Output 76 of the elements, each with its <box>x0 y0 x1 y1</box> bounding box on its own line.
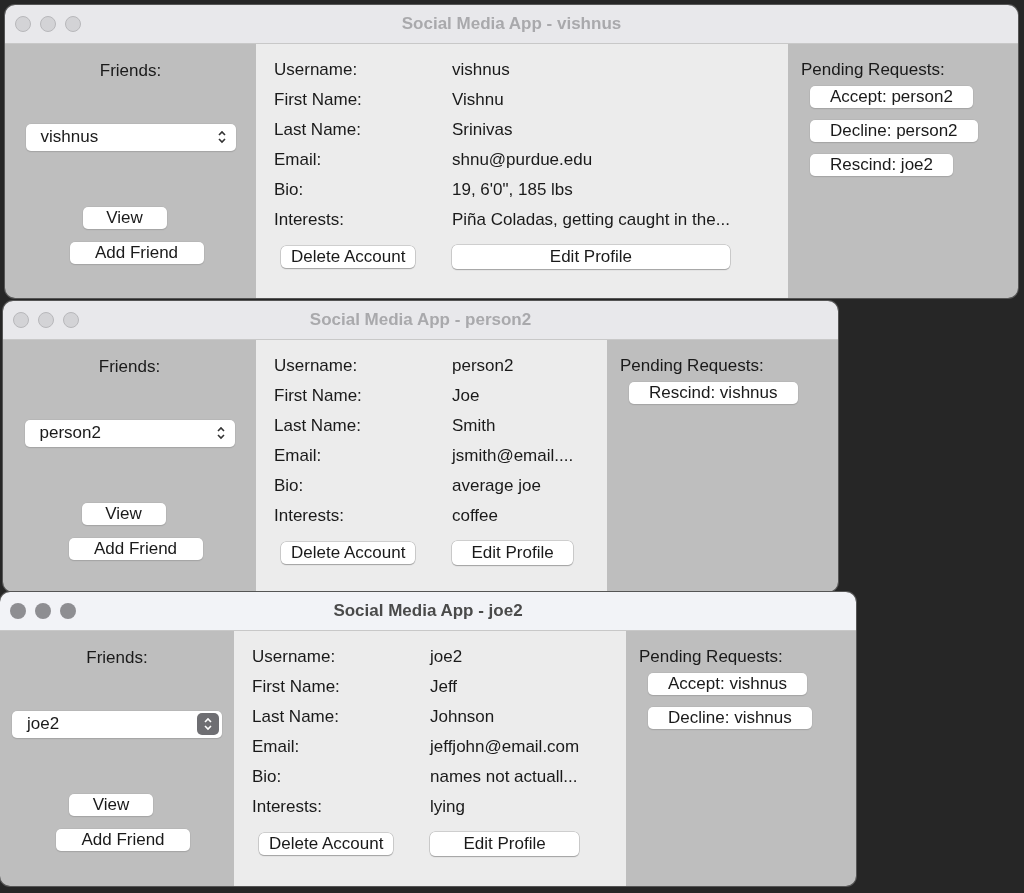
field-label: Bio: <box>252 766 283 788</box>
field-value: Srinivas <box>452 119 514 141</box>
window-title: Social Media App - vishnus <box>401 13 622 36</box>
field-label: First Name: <box>252 676 341 698</box>
request-button[interactable]: Decline: vishnus <box>648 706 812 729</box>
request-button[interactable]: Rescind: joe2 <box>810 153 953 176</box>
window-title: Social Media App - person2 <box>309 309 532 332</box>
view-button[interactable]: View <box>69 793 153 816</box>
friends-label: Friends: <box>98 356 161 378</box>
field-value: person2 <box>452 355 515 377</box>
add-friend-button[interactable]: Add Friend <box>68 537 203 560</box>
field-label: Bio: <box>274 475 305 497</box>
field-label: Interests: <box>252 796 323 818</box>
field-label: Interests: <box>274 209 345 231</box>
field-value: vishnus <box>452 59 511 81</box>
add-friend-button[interactable]: Add Friend <box>69 241 204 264</box>
friend-dropdown[interactable]: joe2 <box>12 710 222 738</box>
window-title: Social Media App - joe2 <box>333 600 523 623</box>
view-button[interactable]: View <box>81 502 166 525</box>
pending-requests-label: Pending Requests: <box>639 646 783 668</box>
window-control-icon[interactable] <box>65 16 81 32</box>
window-control-icon[interactable] <box>35 603 51 619</box>
field-label: Email: <box>274 445 323 467</box>
field-value: 19, 6'0", 185 lbs <box>452 179 574 201</box>
field-value: coffee <box>452 505 499 527</box>
field-label: Username: <box>274 355 359 377</box>
edit-profile-button[interactable]: Edit Profile <box>452 245 730 269</box>
pending-requests-label: Pending Requests: <box>801 59 945 81</box>
edit-profile-button[interactable]: Edit Profile <box>430 832 580 856</box>
delete-account-button[interactable]: Delete Account <box>281 246 416 268</box>
field-value: Jeff <box>430 676 459 698</box>
friend-dropdown[interactable]: person2 <box>24 419 235 447</box>
field-value: jeffjohn@email.com <box>430 736 580 758</box>
field-value: Piña Coladas, getting caught in the... <box>452 209 730 231</box>
window-control-icon[interactable] <box>15 16 31 32</box>
field-label: Last Name: <box>274 119 362 141</box>
view-button[interactable]: View <box>82 206 167 229</box>
friends-label: Friends: <box>86 647 148 669</box>
window-control-icon[interactable] <box>60 603 76 619</box>
add-friend-button[interactable]: Add Friend <box>56 828 190 851</box>
field-label: Username: <box>252 646 337 668</box>
field-value: names not actuall... <box>430 766 579 788</box>
field-value: average joe <box>452 475 542 497</box>
field-label: Last Name: <box>274 415 362 437</box>
field-label: Username: <box>274 59 359 81</box>
field-value: joe2 <box>430 646 464 668</box>
field-value: Joe <box>452 385 481 407</box>
window-control-icon[interactable] <box>63 312 79 328</box>
window-control-icon[interactable] <box>13 312 29 328</box>
delete-account-button[interactable]: Delete Account <box>259 833 394 855</box>
window-control-icon[interactable] <box>10 603 26 619</box>
request-button[interactable]: Accept: vishnus <box>648 672 808 695</box>
field-value: lying <box>430 796 466 818</box>
field-value: Vishnu <box>452 89 505 111</box>
field-label: First Name: <box>274 89 363 111</box>
field-label: Bio: <box>274 179 305 201</box>
field-value: Johnson <box>430 706 496 728</box>
field-label: Interests: <box>274 505 345 527</box>
field-value: jsmith@email.... <box>452 445 574 467</box>
field-label: First Name: <box>274 385 363 407</box>
field-value: shnu@purdue.edu <box>452 149 594 171</box>
field-label: Last Name: <box>252 706 340 728</box>
window-control-icon[interactable] <box>38 312 54 328</box>
edit-profile-button[interactable]: Edit Profile <box>452 541 574 565</box>
updown-chevron-icon <box>197 713 219 735</box>
request-button[interactable]: Rescind: vishnus <box>629 381 798 404</box>
field-value: Smith <box>452 415 497 437</box>
delete-account-button[interactable]: Delete Account <box>281 542 416 564</box>
pending-requests-label: Pending Requests: <box>620 355 764 377</box>
friends-label: Friends: <box>99 60 162 82</box>
field-label: Email: <box>252 736 301 758</box>
window-control-icon[interactable] <box>40 16 56 32</box>
request-button[interactable]: Decline: person2 <box>810 119 978 142</box>
request-button[interactable]: Accept: person2 <box>810 85 973 108</box>
friend-dropdown[interactable]: vishnus <box>25 123 236 151</box>
field-label: Email: <box>274 149 323 171</box>
